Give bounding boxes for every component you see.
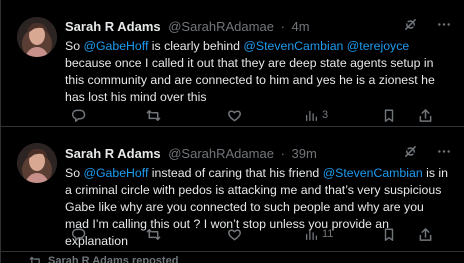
timeline: Sarah R Adams @SarahRAdamae · 4m So @Gab… — [0, 0, 464, 263]
author-name[interactable]: Sarah R Adams — [65, 146, 161, 161]
tweet[interactable]: Sarah R Adams @SarahRAdamae · 39m So @Ga… — [1, 127, 464, 252]
bookmark-icon — [384, 109, 394, 122]
retweet-button[interactable] — [146, 108, 161, 123]
views-count: 11 — [322, 228, 334, 240]
repost-label: Sarah R Adams reposted — [48, 255, 179, 263]
mention-link[interactable]: @terejoyce — [347, 39, 409, 53]
heart-icon — [228, 110, 241, 121]
heart-icon — [228, 229, 241, 240]
share-button[interactable] — [418, 227, 433, 242]
grok-icon[interactable] — [403, 144, 418, 164]
mention-link[interactable]: @StevenCambian — [323, 166, 423, 180]
separator-dot: · — [280, 146, 285, 161]
more-icon[interactable] — [436, 144, 452, 164]
views-button[interactable]: 11 — [305, 228, 333, 241]
tweet[interactable]: Sarah R Adams @SarahRAdamae · 4m So @Gab… — [1, 0, 464, 127]
retweet-icon — [29, 256, 42, 263]
mention-link[interactable]: @StevenCambian — [243, 39, 343, 53]
tweet-actions: 11 — [65, 226, 450, 242]
tweet-text-part: is clearly behind — [148, 39, 244, 53]
views-icon — [305, 229, 318, 240]
author-name[interactable]: Sarah R Adams — [65, 19, 161, 34]
separator-dot: · — [280, 19, 285, 34]
tweet-header: Sarah R Adams @SarahRAdamae · 4m — [65, 18, 452, 36]
timestamp[interactable]: 39m — [292, 146, 317, 161]
share-icon — [419, 227, 432, 241]
views-button[interactable]: 3 — [305, 109, 328, 122]
tweet-actions: 3 — [65, 107, 450, 123]
tweet-text-part: So — [65, 39, 84, 53]
share-button[interactable] — [418, 108, 433, 123]
mention-link[interactable]: @GabeHoff — [83, 39, 148, 53]
views-icon — [305, 110, 318, 121]
reply-icon — [71, 109, 86, 122]
retweet-icon — [146, 228, 161, 240]
bookmark-button[interactable] — [382, 227, 396, 242]
bookmark-icon — [384, 228, 394, 241]
share-icon — [419, 108, 432, 122]
tweet-text-part: instead of caring that his friend — [148, 166, 323, 180]
author-handle[interactable]: @SarahRAdamae — [168, 146, 274, 161]
repost-indicator[interactable]: Sarah R Adams reposted — [29, 254, 178, 263]
tweet-text-part: because once I called it out that they a… — [65, 56, 435, 104]
reply-button[interactable] — [71, 108, 86, 123]
reply-icon — [71, 228, 86, 241]
like-button[interactable] — [227, 108, 242, 123]
avatar[interactable] — [17, 17, 57, 57]
tweet-text-part: So — [65, 166, 84, 180]
like-button[interactable] — [227, 227, 242, 242]
tweet-header: Sarah R Adams @SarahRAdamae · 39m — [65, 145, 452, 163]
avatar[interactable] — [17, 143, 57, 183]
grok-icon[interactable] — [403, 17, 418, 37]
more-icon[interactable] — [436, 17, 452, 37]
mention-link[interactable]: @GabeHoff — [83, 166, 148, 180]
retweet-icon — [146, 109, 161, 121]
bookmark-button[interactable] — [382, 108, 396, 123]
author-handle[interactable]: @SarahRAdamae — [168, 19, 274, 34]
timestamp[interactable]: 4m — [292, 19, 310, 34]
tweet-text: So @GabeHoff is clearly behind @StevenCa… — [65, 38, 450, 106]
reply-button[interactable] — [71, 227, 86, 242]
views-count: 3 — [322, 109, 329, 121]
retweet-button[interactable] — [146, 227, 161, 242]
